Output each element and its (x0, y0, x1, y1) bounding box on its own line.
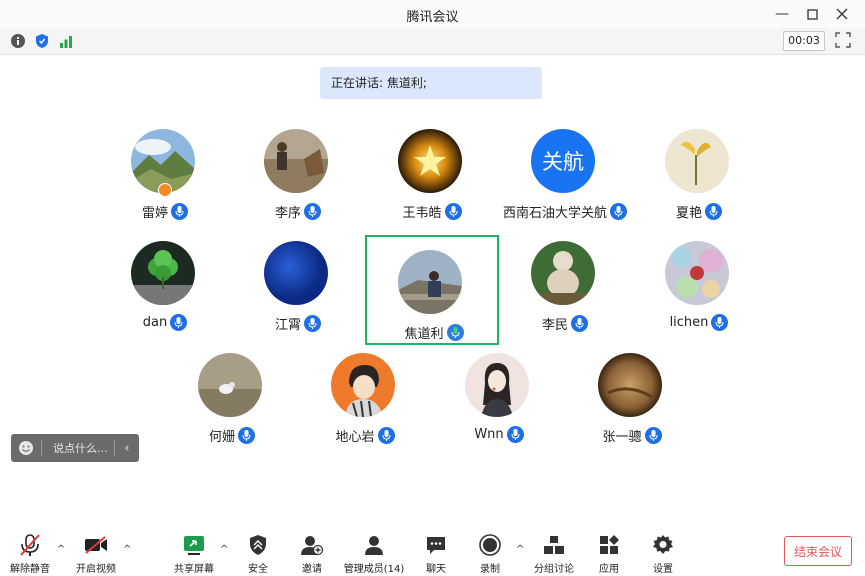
participant-tile[interactable]: 张一骢 (565, 338, 699, 448)
microphone-icon (571, 315, 588, 332)
title-bar: 腾讯会议 — (0, 0, 865, 28)
close-button[interactable] (829, 2, 855, 26)
start-video-button[interactable]: 开启视频 (61, 532, 131, 575)
unmute-button[interactable]: 解除静音 (0, 532, 65, 575)
participant-name: lichen (669, 315, 709, 330)
avatar (131, 241, 195, 305)
maximize-icon (806, 8, 818, 20)
participant-name: 王韦皓 (402, 206, 442, 221)
participant-tile[interactable]: 江霄 (231, 226, 365, 336)
participant-name: 何姗 (208, 430, 235, 445)
mic-muted-icon (20, 534, 40, 556)
participant-name: 西南石油大学关航 (502, 206, 607, 221)
microphone-icon (711, 314, 729, 331)
avatar (398, 250, 462, 314)
participant-name: 张一骢 (602, 430, 642, 445)
window-title: 腾讯会议 (406, 10, 459, 25)
host-badge (158, 183, 172, 197)
avatar (665, 241, 729, 305)
participant-name: 雷婷 (141, 206, 168, 221)
share-screen-icon (184, 536, 204, 555)
participant-name-row: 夏艳 (612, 202, 786, 221)
avatar (665, 129, 729, 193)
security-shield-icon (250, 535, 266, 555)
meeting-timer: 00:03 (783, 31, 825, 51)
maximize-button[interactable] (799, 2, 825, 26)
microphone-icon (238, 427, 255, 444)
video-options-caret-icon[interactable]: ^ (123, 544, 131, 555)
avatar (264, 129, 328, 193)
breakout-rooms-icon (544, 536, 564, 554)
participant-name: 夏艳 (675, 206, 702, 221)
collapse-chevron-icon[interactable]: ‹ (115, 441, 139, 456)
minimize-button[interactable]: — (769, 2, 795, 26)
speaking-indicator: 正在讲话: 焦道利; (320, 67, 542, 99)
participant-name: dan (142, 315, 168, 330)
participant-name-row: 张一骢 (545, 426, 719, 445)
record-icon (479, 534, 501, 556)
avatar: 关航 (531, 129, 595, 193)
apps-grid-icon (600, 535, 619, 554)
microphone-icon (705, 203, 722, 220)
chat-quick-input[interactable]: 说点什么... ‹ (11, 434, 139, 462)
signal-icon[interactable] (57, 32, 75, 50)
avatar (198, 353, 262, 417)
microphone-icon (304, 315, 321, 332)
record-button[interactable]: 录制 (455, 532, 525, 575)
participant-tile[interactable]: 夏艳 (632, 114, 766, 224)
microphone-icon (644, 427, 662, 444)
manage-members-button[interactable]: 管理成员(14) (339, 532, 409, 575)
emoji-icon[interactable] (11, 440, 41, 456)
close-icon (836, 8, 848, 20)
avatar (465, 353, 529, 417)
shield-icon[interactable] (33, 32, 51, 50)
status-bar: 00:03 (0, 28, 865, 55)
window-controls: — (769, 2, 855, 26)
gear-icon (653, 535, 673, 554)
participant-name: 江霄 (274, 318, 301, 333)
meeting-toolbar: 解除静音 ^ 开启视频 ^ 共享屏幕 ^ 安全 邀请 管理成员(14) 聊天 录… (0, 524, 865, 576)
chat-placeholder[interactable]: 说点什么... (42, 440, 114, 456)
settings-button[interactable]: 设置 (628, 532, 698, 575)
microphone-icon (304, 203, 321, 220)
microphone-icon (506, 426, 524, 443)
end-meeting-button[interactable]: 结束会议 (784, 536, 852, 566)
participant-tile[interactable]: lichen (632, 226, 766, 336)
microphone-icon (377, 427, 395, 444)
share-screen-button[interactable]: 共享屏幕 (159, 532, 229, 575)
participant-name: 李民 (541, 318, 568, 333)
avatar (264, 241, 328, 305)
participant-name: 地心岩 (335, 430, 375, 445)
members-icon (365, 536, 383, 555)
microphone-icon (171, 203, 188, 220)
avatar-initials: 关航 (542, 150, 584, 174)
info-icon[interactable] (9, 32, 27, 50)
avatar (531, 241, 595, 305)
camera-off-icon (85, 536, 107, 554)
invite-user-icon (301, 536, 324, 556)
fullscreen-icon[interactable] (835, 32, 853, 50)
avatar (331, 353, 395, 417)
invite-button[interactable]: 邀请 (277, 532, 347, 575)
avatar (598, 353, 662, 417)
participant-name: 李序 (274, 206, 301, 221)
microphone-icon (170, 314, 188, 331)
participant-name-row: lichen (612, 314, 786, 331)
avatar (398, 129, 462, 193)
participant-name: Wnn (474, 427, 504, 442)
microphone-icon (444, 203, 462, 220)
chat-bubble-icon (427, 537, 445, 554)
